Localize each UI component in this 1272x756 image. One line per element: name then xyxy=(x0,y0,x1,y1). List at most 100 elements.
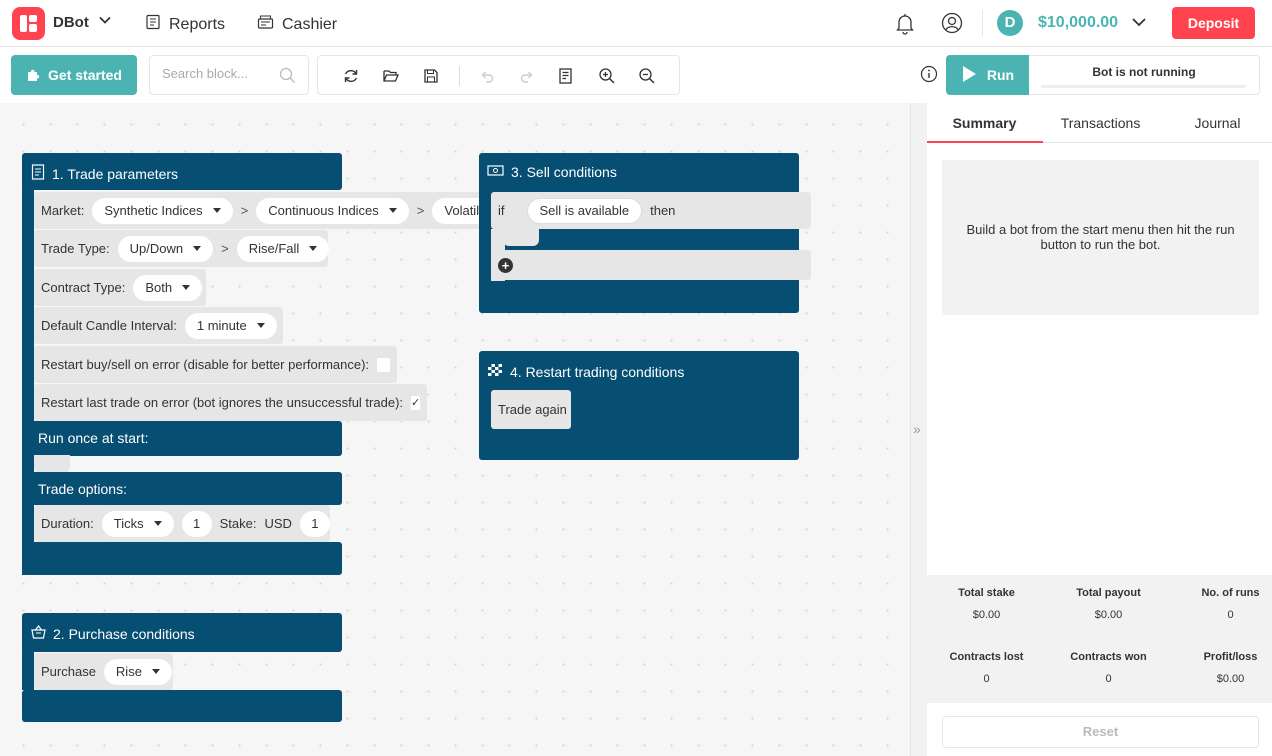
panel-collapse-toggle[interactable]: » xyxy=(910,103,927,756)
trade-type-label: Trade Type: xyxy=(41,241,110,256)
save-icon[interactable] xyxy=(422,67,440,85)
stat-label: Profit/loss xyxy=(1203,651,1258,663)
summary-empty-message: Build a bot from the start menu then hit… xyxy=(942,160,1259,315)
zoom-in-icon[interactable] xyxy=(598,67,616,85)
document-icon xyxy=(31,164,45,183)
caret-down-icon xyxy=(388,208,397,213)
trade-parameters-title-label: 1. Trade parameters xyxy=(52,165,179,182)
account-balance[interactable]: $10,000.00 xyxy=(1038,14,1118,32)
run-once-slot[interactable] xyxy=(34,455,70,473)
search-input[interactable] xyxy=(162,66,272,81)
dbot-logo[interactable] xyxy=(12,7,45,40)
sell-available-condition[interactable]: Sell is available xyxy=(526,197,643,224)
market-dropdown[interactable]: Synthetic Indices xyxy=(92,197,233,224)
duration-value-input[interactable]: 1 xyxy=(181,510,212,537)
caret-down-icon xyxy=(151,669,160,674)
sell-add-row[interactable]: + xyxy=(491,250,811,280)
duration-unit-dropdown[interactable]: Ticks xyxy=(101,510,174,537)
run-button[interactable]: Run xyxy=(946,55,1029,95)
trade-again-label: Trade again xyxy=(498,402,567,417)
play-icon xyxy=(961,65,977,86)
purchase-conditions-spine xyxy=(22,650,34,690)
plus-icon[interactable]: + xyxy=(498,257,513,273)
info-icon[interactable] xyxy=(920,65,938,86)
trade-parameters-title[interactable]: 1. Trade parameters xyxy=(31,164,178,183)
trade-options-row[interactable]: Duration: Ticks 1 Stake: USD 1 xyxy=(34,505,330,542)
summary-stats: Total stake $0.00 Total payout $0.00 No.… xyxy=(927,575,1272,703)
tab-journal[interactable]: Journal xyxy=(1160,115,1272,131)
stat-label: No. of runs xyxy=(1201,587,1260,599)
undo-icon[interactable] xyxy=(478,67,496,85)
trade-type-row[interactable]: Trade Type: Up/Down > Rise/Fall xyxy=(34,230,330,267)
restart-on-error-row: Restart buy/sell on error (disable for b… xyxy=(34,346,397,383)
contract-type-dropdown[interactable]: Both xyxy=(133,274,203,301)
run-panel-tabs: Summary Transactions Journal xyxy=(927,103,1272,143)
candle-interval-label: Default Candle Interval: xyxy=(41,318,177,333)
if-label: if xyxy=(498,203,505,218)
trade-options-label: Trade options: xyxy=(38,481,127,497)
purchase-row[interactable]: Purchase Rise xyxy=(34,653,173,690)
header-divider xyxy=(982,10,983,36)
caret-down-icon xyxy=(212,208,221,213)
stake-value-input[interactable]: 1 xyxy=(299,510,330,537)
chevron-down-icon[interactable] xyxy=(1130,13,1148,34)
nav-reports-label: Reports xyxy=(169,15,226,33)
restart-last-trade-checkbox[interactable]: ✓ xyxy=(411,395,421,410)
sell-conditions-title[interactable]: 3. Sell conditions xyxy=(487,164,617,180)
stat-value: 0 xyxy=(1105,673,1112,685)
brand-name[interactable]: DBot xyxy=(53,14,89,31)
notifications-bell-icon[interactable] xyxy=(893,11,917,35)
stat-contracts-won: Contracts won 0 xyxy=(1051,651,1166,685)
purchase-conditions-title[interactable]: 2. Purchase conditions xyxy=(31,625,195,642)
sell-if-row[interactable]: if Sell is available then xyxy=(491,192,811,229)
stat-label: Total stake xyxy=(958,587,1015,599)
trade-again-block[interactable]: Trade again xyxy=(491,390,571,429)
market-label: Market: xyxy=(41,203,85,218)
open-icon[interactable] xyxy=(382,67,400,85)
sort-blocks-icon[interactable] xyxy=(557,67,575,85)
chevron-down-icon[interactable] xyxy=(98,13,112,30)
candle-interval-dropdown[interactable]: 1 minute xyxy=(184,312,277,339)
sell-statement-slot[interactable] xyxy=(503,229,539,246)
reports-icon xyxy=(145,14,161,35)
tab-summary[interactable]: Summary xyxy=(927,115,1042,131)
banknote-icon xyxy=(487,164,504,180)
market-row[interactable]: Market: Synthetic Indices > Continuous I… xyxy=(34,192,494,229)
double-chevron-right-icon: » xyxy=(913,421,921,437)
active-tab-indicator xyxy=(927,141,1043,143)
tab-transactions[interactable]: Transactions xyxy=(1043,115,1158,131)
candle-interval-row[interactable]: Default Candle Interval: 1 minute xyxy=(34,307,283,344)
contract-type-row[interactable]: Contract Type: Both xyxy=(34,269,206,306)
reset-button[interactable]: Reset xyxy=(942,716,1259,748)
restart-conditions-title[interactable]: 4. Restart trading conditions xyxy=(487,363,684,380)
search-box[interactable] xyxy=(149,55,309,95)
purchase-conditions-footer xyxy=(22,690,342,722)
nav-reports[interactable]: Reports xyxy=(145,14,225,35)
submarket-dropdown[interactable]: Continuous Indices xyxy=(256,197,409,224)
caret-down-icon xyxy=(182,285,191,290)
run-once-label: Run once at start: xyxy=(38,430,149,446)
reset-icon[interactable] xyxy=(342,67,360,85)
trade-type-dropdown[interactable]: Rise/Fall xyxy=(236,235,330,262)
get-started-button[interactable]: Get started xyxy=(11,55,137,95)
stat-profit-loss: Profit/loss $0.00 xyxy=(1173,651,1272,685)
bot-status-text: Bot is not running xyxy=(1092,65,1196,79)
app-header: DBot Reports Cashier D $10,000.00 Deposi… xyxy=(0,0,1272,47)
redo-icon[interactable] xyxy=(518,67,536,85)
caret-down-icon xyxy=(309,246,318,251)
deposit-button[interactable]: Deposit xyxy=(1172,7,1255,39)
purchase-dropdown[interactable]: Rise xyxy=(103,658,172,685)
restart-on-error-checkbox[interactable] xyxy=(377,357,390,372)
chain-separator: > xyxy=(221,241,229,256)
search-icon[interactable] xyxy=(279,67,296,87)
nav-cashier[interactable]: Cashier xyxy=(257,14,337,35)
trade-category-dropdown[interactable]: Up/Down xyxy=(117,235,214,262)
stat-value: $0.00 xyxy=(1094,609,1123,621)
restart-last-trade-label: Restart last trade on error (bot ignores… xyxy=(41,395,404,410)
sell-conditions-title-label: 3. Sell conditions xyxy=(511,164,617,180)
blockly-workspace[interactable]: 1. Trade parameters Market: Synthetic In… xyxy=(0,103,910,756)
puzzle-icon xyxy=(26,66,42,85)
account-profile-icon[interactable] xyxy=(940,11,964,35)
zoom-out-icon[interactable] xyxy=(638,67,656,85)
restart-on-error-label: Restart buy/sell on error (disable for b… xyxy=(41,357,370,372)
